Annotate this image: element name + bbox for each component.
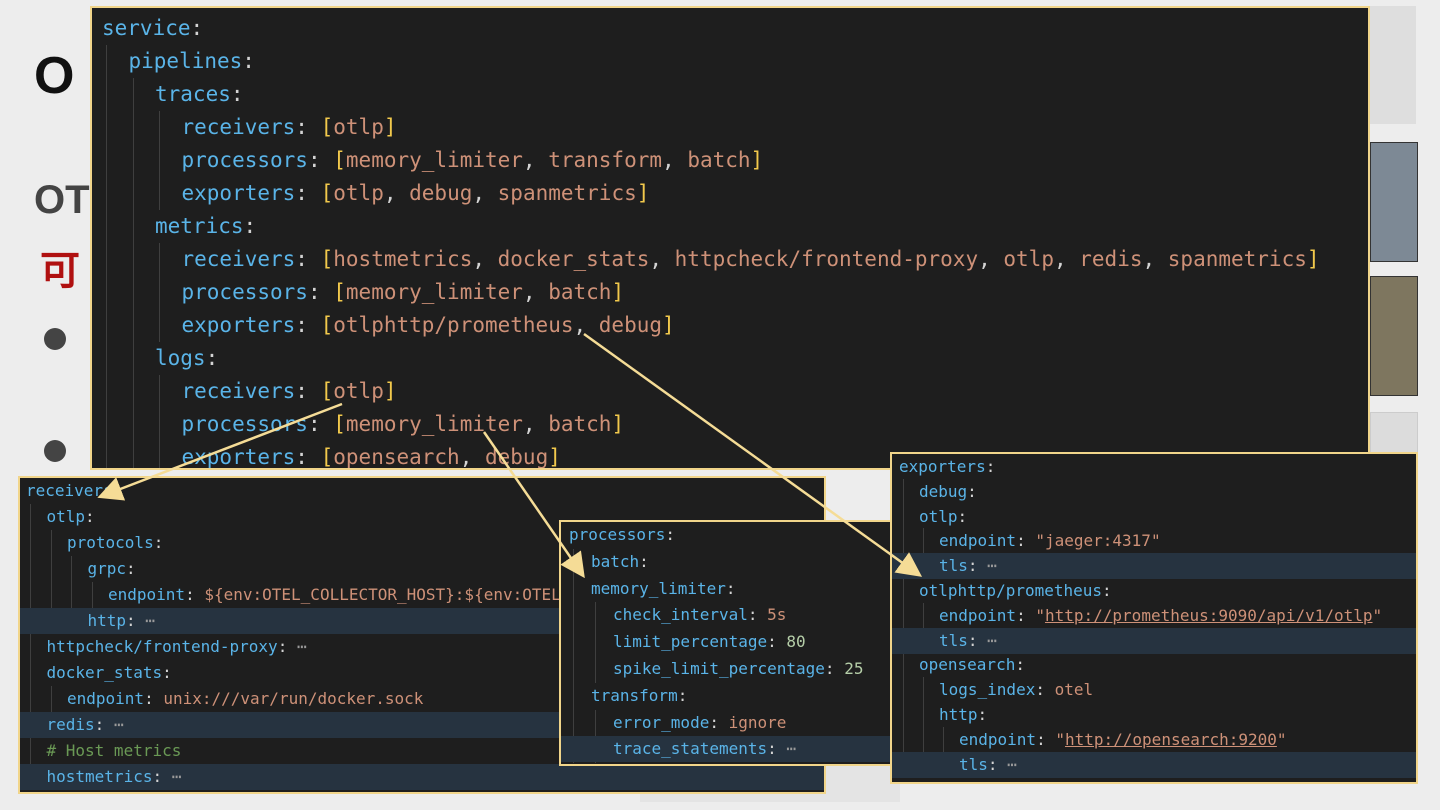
- arrow-to-processors: [482, 431, 585, 579]
- arrow-to-exporters: [583, 332, 923, 577]
- connector-arrows: [97, 332, 923, 579]
- arrow-to-receivers: [97, 402, 343, 501]
